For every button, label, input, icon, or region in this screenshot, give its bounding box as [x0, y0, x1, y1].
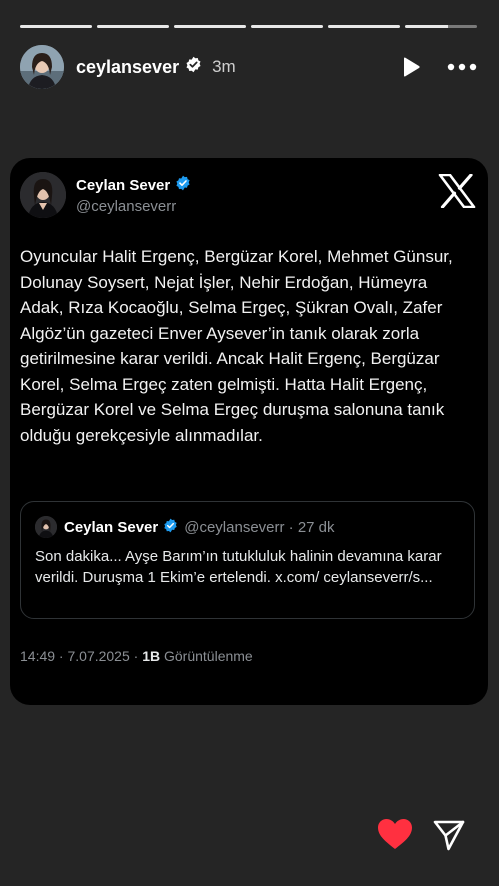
tweet-datetime: 14:49 · 7.07.2025 · — [20, 648, 143, 664]
quoted-author-name: Ceylan Sever — [64, 518, 159, 536]
progress-segment — [251, 25, 323, 28]
progress-segment — [328, 25, 400, 28]
story-progress-bar — [20, 25, 477, 28]
story-header: ceylansever 3m — [20, 44, 477, 90]
tweet-author-name[interactable]: Ceylan Sever — [76, 177, 170, 194]
story-timestamp: 3m — [212, 57, 236, 76]
progress-segment-current — [405, 25, 477, 28]
quoted-handle-time: @ceylanseverr · 27 dk — [184, 518, 335, 536]
avatar[interactable] — [20, 45, 64, 89]
more-icon[interactable] — [447, 63, 477, 71]
tweet-author-handle[interactable]: @ceylanseverr — [76, 198, 191, 215]
tweet-text: Oyuncular Halit Ergenç, Bergüzar Korel, … — [20, 247, 453, 445]
progress-segment — [97, 25, 169, 28]
avatar — [35, 516, 57, 538]
tweet-card[interactable]: Ceylan Sever @ceylanseverr Oyuncular Hal… — [10, 158, 488, 705]
quoted-tweet[interactable]: Ceylan Sever @ceylanseverr · 27 dk Son d… — [20, 501, 475, 619]
tweet-views-count: 1B — [142, 648, 161, 664]
progress-segment — [20, 25, 92, 28]
verified-badge-icon — [175, 175, 191, 195]
story-username[interactable]: ceylansever — [76, 57, 179, 78]
progress-segment — [174, 25, 246, 28]
x-logo-icon — [438, 173, 476, 213]
send-icon[interactable] — [432, 818, 466, 852]
tweet-author: Ceylan Sever @ceylanseverr — [20, 172, 191, 218]
heart-icon[interactable] — [377, 818, 413, 850]
verified-badge-icon — [163, 518, 178, 537]
quoted-tweet-text: Son dakika... Ayşe Barım’ın tutukluluk h… — [35, 548, 442, 586]
tweet-footer: 14:49 · 7.07.2025 · 1B Görüntülenme — [20, 648, 253, 664]
tweet-views-label: Görüntülenme — [160, 648, 253, 664]
play-icon[interactable] — [401, 56, 421, 78]
tweet-avatar[interactable] — [20, 172, 66, 218]
verified-badge-icon — [185, 56, 202, 78]
